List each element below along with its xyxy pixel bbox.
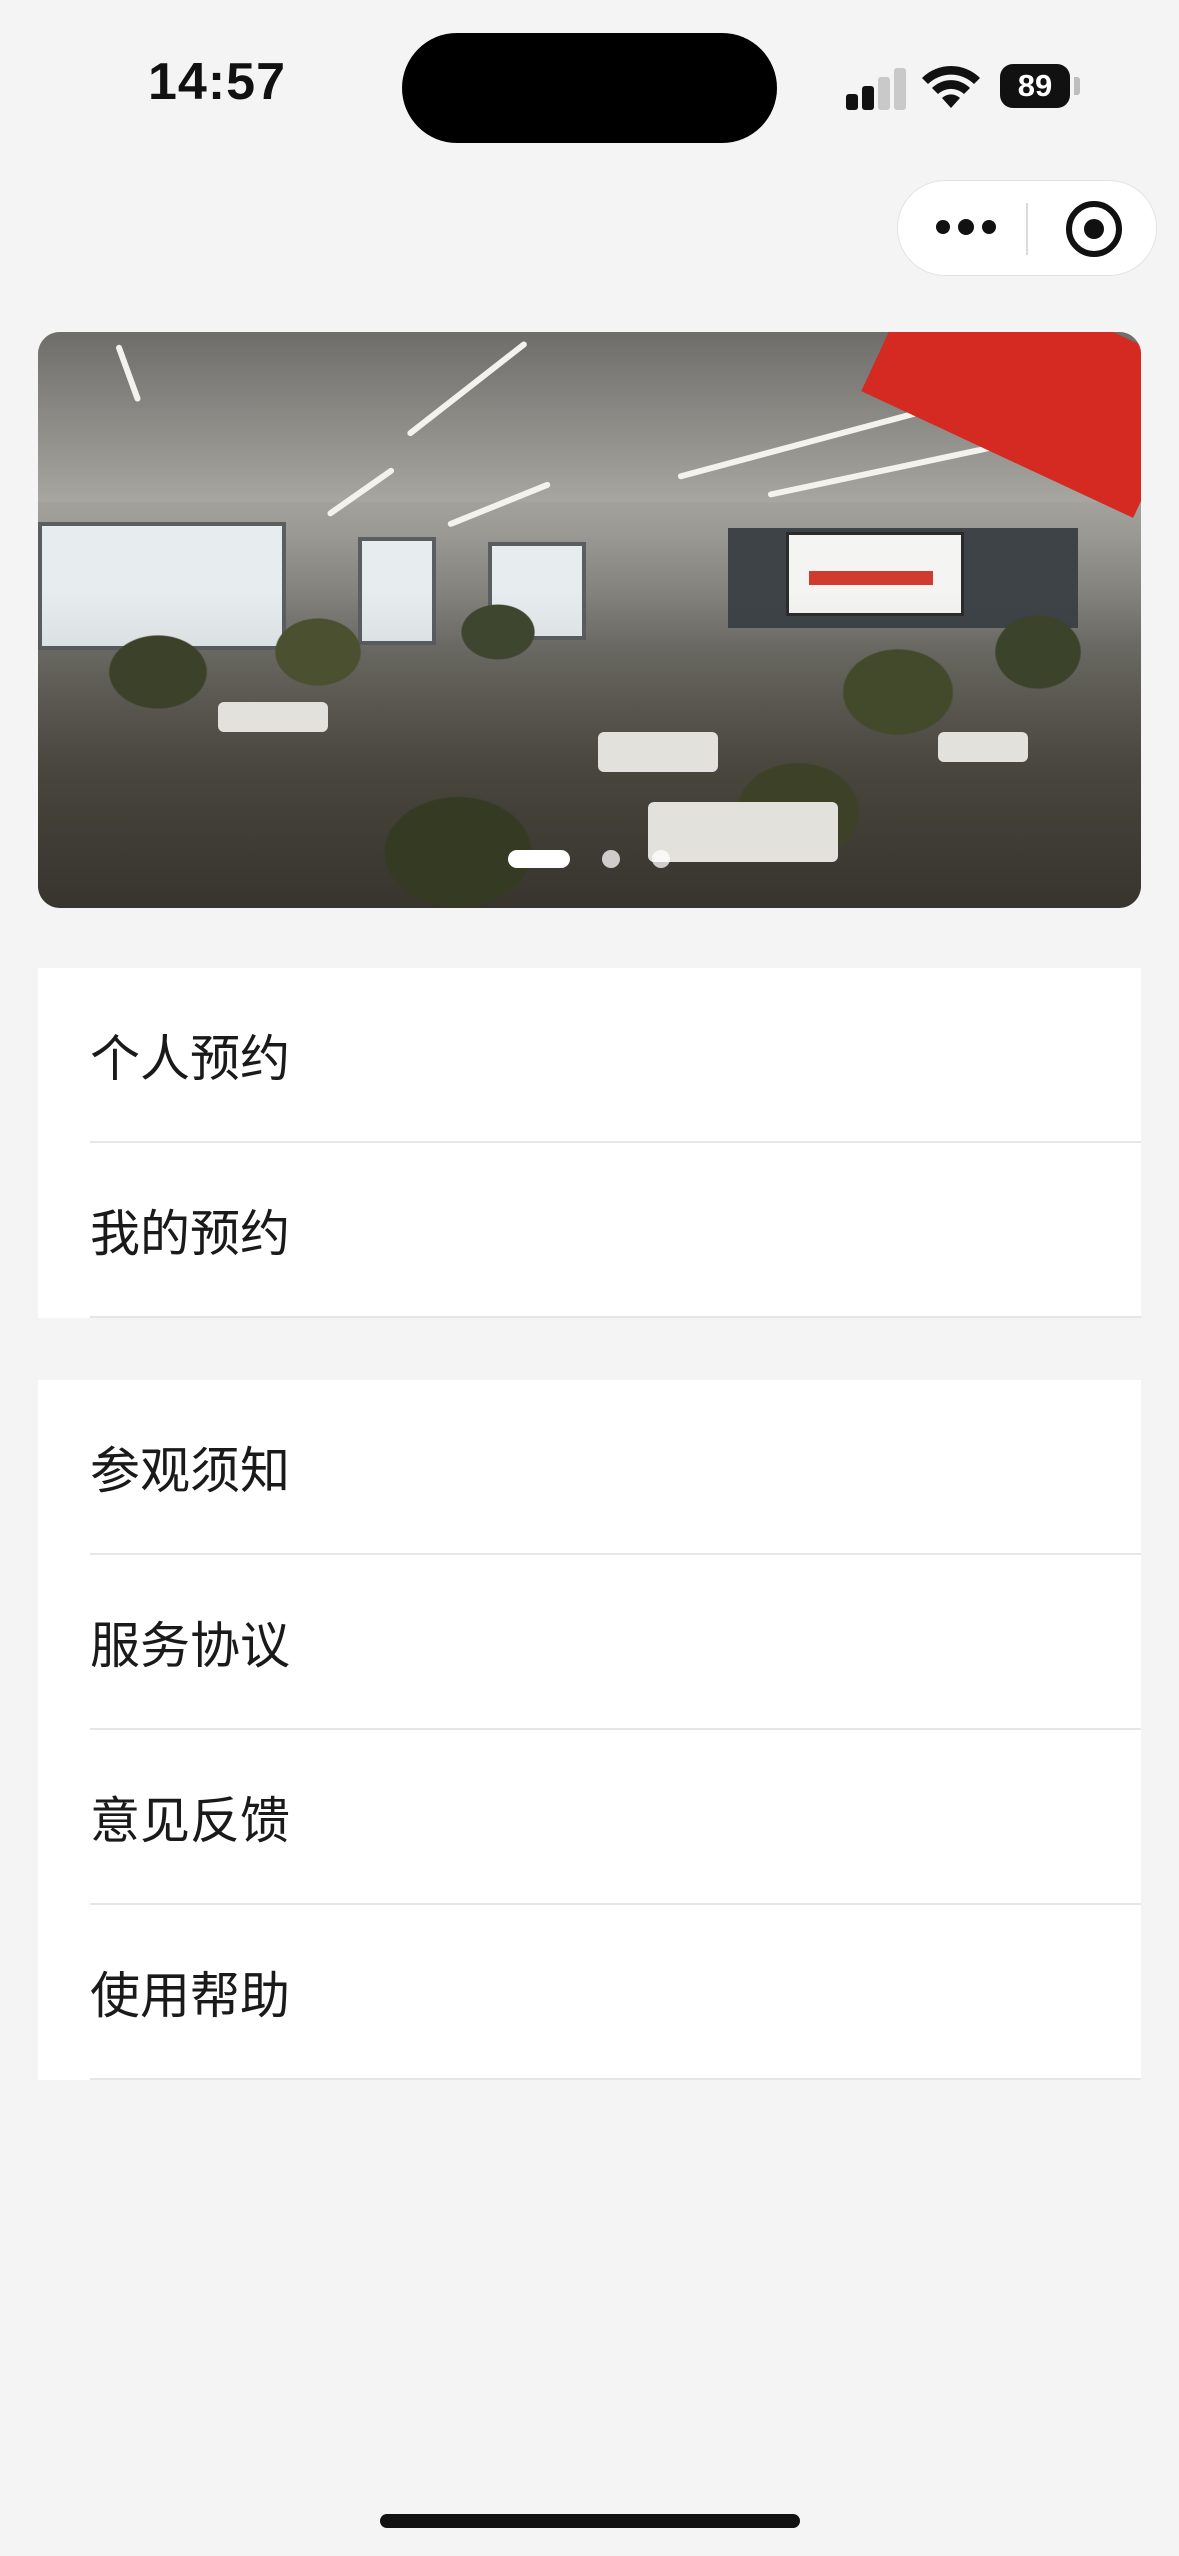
projector-banner bbox=[809, 571, 933, 585]
carousel-indicator bbox=[38, 850, 1141, 870]
menu-item-feedback[interactable]: 意见反馈 bbox=[90, 1730, 1141, 1905]
classroom-desk bbox=[938, 732, 1028, 762]
menu-item-label: 意见反馈 bbox=[90, 1791, 290, 1850]
classroom-desk bbox=[218, 702, 328, 732]
carousel-dot-active[interactable] bbox=[508, 850, 570, 868]
menu-item-visit-notice[interactable]: 参观须知 bbox=[90, 1380, 1141, 1555]
dynamic-island bbox=[402, 33, 777, 143]
classroom-desk bbox=[598, 732, 718, 772]
menu-group-booking: 个人预约 我的预约 bbox=[38, 968, 1141, 1318]
menu-item-label: 个人预约 bbox=[90, 1029, 290, 1088]
battery-tip bbox=[1074, 77, 1080, 95]
menu-item-label: 使用帮助 bbox=[90, 1966, 290, 2025]
battery-level: 89 bbox=[1017, 68, 1053, 103]
menu-group-info: 参观须知 服务协议 意见反馈 使用帮助 bbox=[38, 1380, 1141, 2080]
carousel-dot[interactable] bbox=[652, 850, 670, 868]
menu-item-personal-booking[interactable]: 个人预约 bbox=[90, 968, 1141, 1143]
battery-icon: 89 bbox=[1000, 64, 1070, 108]
cellular-signal-icon bbox=[846, 68, 906, 110]
banner-carousel[interactable] bbox=[38, 332, 1141, 908]
menu-item-label: 我的预约 bbox=[90, 1204, 290, 1263]
menu-item-help[interactable]: 使用帮助 bbox=[90, 1905, 1141, 2080]
menu-item-service-agreement[interactable]: 服务协议 bbox=[90, 1555, 1141, 1730]
menu-item-my-bookings[interactable]: 我的预约 bbox=[90, 1143, 1141, 1318]
status-time: 14:57 bbox=[148, 53, 286, 111]
capsule-divider bbox=[1026, 203, 1028, 255]
carousel-dot[interactable] bbox=[602, 850, 620, 868]
miniprogram-capsule bbox=[897, 180, 1157, 276]
home-indicator[interactable] bbox=[380, 2514, 800, 2528]
close-target-icon[interactable] bbox=[1066, 201, 1122, 257]
more-dots-icon[interactable] bbox=[936, 215, 996, 241]
menu-item-label: 参观须知 bbox=[90, 1441, 290, 1500]
wifi-icon bbox=[922, 65, 980, 108]
menu-item-label: 服务协议 bbox=[90, 1616, 290, 1675]
